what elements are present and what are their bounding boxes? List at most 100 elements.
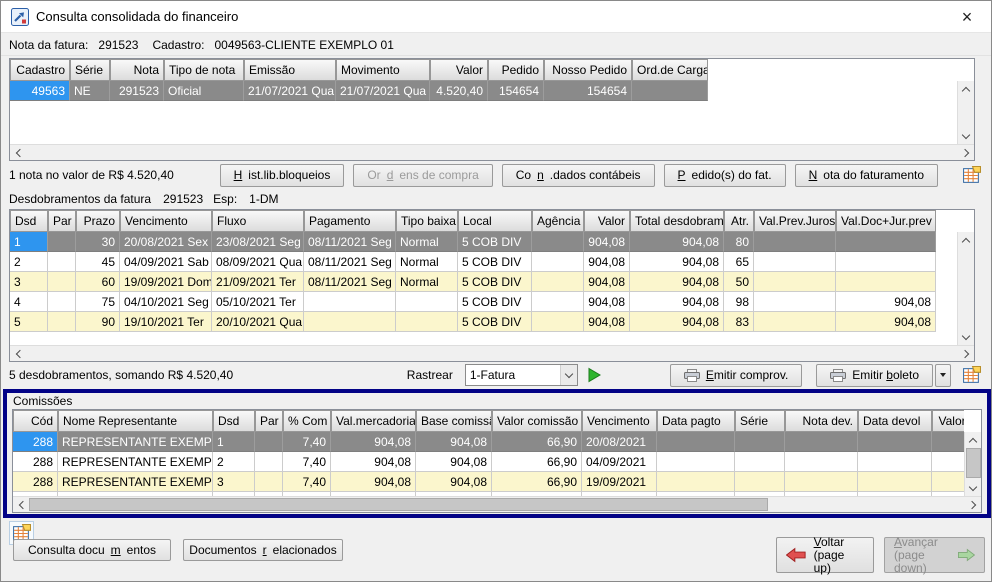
- scroll-down-button[interactable]: [958, 329, 974, 345]
- table-cell: Oficial: [164, 81, 244, 101]
- emitir-comprov-button[interactable]: Emitir comprov.: [670, 364, 802, 387]
- column-header[interactable]: Local: [458, 210, 532, 232]
- boleto-options-dropdown-button[interactable]: [935, 364, 951, 387]
- desd-vertical-scrollbar[interactable]: [957, 232, 974, 345]
- column-header[interactable]: Dsd: [10, 210, 48, 232]
- column-header[interactable]: Atr.: [724, 210, 754, 232]
- column-header[interactable]: Vencimento: [120, 210, 212, 232]
- table-cell: [858, 472, 932, 492]
- green-right-arrow-icon: [958, 547, 975, 563]
- consulta-documentos-button[interactable]: Consulta documentos: [13, 539, 171, 561]
- scrollbar-track[interactable]: [26, 145, 958, 160]
- column-header[interactable]: Série: [70, 59, 110, 81]
- scroll-up-button[interactable]: [958, 81, 974, 97]
- column-header[interactable]: Emissão: [244, 59, 336, 81]
- table-row[interactable]: 47504/10/2021 Seg05/10/2021 Ter5 COB DIV…: [10, 292, 936, 312]
- column-header[interactable]: Valor: [430, 59, 488, 81]
- table-cell: 3: [213, 472, 255, 492]
- column-header[interactable]: Cadastro: [10, 59, 70, 81]
- scrollbar-thumb[interactable]: [966, 448, 981, 478]
- column-header[interactable]: Val.Prev.Juros: [754, 210, 836, 232]
- comissoes-horizontal-scrollbar[interactable]: [13, 496, 981, 512]
- close-button[interactable]: ×: [951, 3, 983, 31]
- scrollbar-track[interactable]: [26, 346, 958, 361]
- avancar-page-down-button[interactable]: Avançar (page down): [884, 537, 985, 573]
- column-header[interactable]: Valor comissão: [492, 410, 582, 432]
- spreadsheet-icon-button[interactable]: [959, 363, 983, 387]
- scroll-right-button[interactable]: [965, 497, 981, 513]
- column-header[interactable]: Val.mercadorias: [331, 410, 416, 432]
- table-cell: 2: [10, 252, 48, 272]
- table-row[interactable]: 288REPRESENTANTE EXEMPLO 0127,40904,0890…: [13, 452, 964, 472]
- column-header[interactable]: Nota: [110, 59, 164, 81]
- table-row[interactable]: 36019/09/2021 Dom21/09/2021 Ter08/11/202…: [10, 272, 936, 292]
- column-header[interactable]: Base comissão: [416, 410, 492, 432]
- nota-do-faturamento-button[interactable]: Nota do faturamento: [795, 164, 938, 187]
- column-header[interactable]: Nosso Pedido: [544, 59, 632, 81]
- rastrear-run-button[interactable]: [586, 367, 602, 383]
- column-header[interactable]: Valor: [584, 210, 630, 232]
- hist-lib-bloqueios-button[interactable]: Hist.lib.bloqueios: [220, 164, 345, 187]
- column-header[interactable]: Nome Representante: [58, 410, 213, 432]
- documentos-relacionados-button[interactable]: Documentos relacionados: [183, 539, 343, 561]
- column-header[interactable]: % Com: [283, 410, 331, 432]
- column-header[interactable]: Tipo de nota: [164, 59, 244, 81]
- scroll-left-button[interactable]: [13, 497, 29, 513]
- column-header[interactable]: Cód: [13, 410, 58, 432]
- column-header[interactable]: Agência: [532, 210, 584, 232]
- column-header[interactable]: Nota dev.: [785, 410, 858, 432]
- scroll-right-button[interactable]: [958, 145, 974, 161]
- scrollbar-track[interactable]: [29, 497, 965, 512]
- column-header[interactable]: Valor dev/inc: [932, 410, 964, 432]
- comissoes-vertical-scrollbar[interactable]: [964, 432, 981, 496]
- table-cell: NE: [70, 81, 110, 101]
- table-row[interactable]: 59019/10/2021 Ter20/10/2021 Qua5 COB DIV…: [10, 312, 936, 332]
- voltar-page-up-button[interactable]: Voltar (page up): [776, 537, 874, 573]
- column-header[interactable]: Fluxo: [212, 210, 304, 232]
- table-cell: 904,08: [584, 232, 630, 252]
- table-cell: 66,90: [492, 452, 582, 472]
- table-row[interactable]: 24504/09/2021 Sab08/09/2021 Qua08/11/202…: [10, 252, 936, 272]
- table-row[interactable]: 13020/08/2021 Sex23/08/2021 Seg08/11/202…: [10, 232, 936, 252]
- desd-horizontal-scrollbar[interactable]: [10, 345, 974, 361]
- scroll-right-button[interactable]: [958, 346, 974, 362]
- scrollbar-thumb[interactable]: [29, 498, 768, 511]
- scroll-left-button[interactable]: [10, 346, 26, 362]
- table-cell: [785, 472, 858, 492]
- combo-dropdown-button[interactable]: [560, 365, 577, 385]
- column-header[interactable]: Par: [255, 410, 283, 432]
- column-header[interactable]: Data devol: [858, 410, 932, 432]
- column-header[interactable]: Vencimento: [582, 410, 657, 432]
- column-header[interactable]: Dsd: [213, 410, 255, 432]
- emitir-boleto-button[interactable]: Emitir boleto: [816, 364, 933, 387]
- column-header[interactable]: Ord.de Carga: [632, 59, 708, 81]
- scroll-up-button[interactable]: [965, 432, 981, 448]
- nota-vertical-scrollbar[interactable]: [957, 81, 974, 144]
- table-row[interactable]: 49563NE291523Oficial21/07/2021 Qua21/07/…: [10, 81, 708, 101]
- table-row[interactable]: 288REPRESENTANTE EXEMPLO 0117,40904,0890…: [13, 432, 964, 452]
- column-header[interactable]: Par: [48, 210, 76, 232]
- column-header[interactable]: Total desdobram: [630, 210, 724, 232]
- column-header[interactable]: Val.Doc+Jur.prev: [836, 210, 936, 232]
- ordens-de-compra-button[interactable]: Ordens de compra: [353, 164, 492, 187]
- table-cell: 04/09/2021: [582, 452, 657, 472]
- scroll-down-button[interactable]: [958, 128, 974, 144]
- scroll-left-button[interactable]: [10, 145, 26, 161]
- column-header[interactable]: Data pagto: [657, 410, 735, 432]
- column-header[interactable]: Pagamento: [304, 210, 396, 232]
- nota-horizontal-scrollbar[interactable]: [10, 144, 974, 160]
- column-header[interactable]: Prazo: [76, 210, 120, 232]
- column-header[interactable]: Pedido: [488, 59, 544, 81]
- spreadsheet-icon-button[interactable]: [959, 163, 983, 187]
- column-header[interactable]: Tipo baixa: [396, 210, 458, 232]
- table-cell: [48, 232, 76, 252]
- table-row[interactable]: 288REPRESENTANTE EXEMPLO 0137,40904,0890…: [13, 472, 964, 492]
- title-bar: Consulta consolidada do financeiro ×: [1, 1, 991, 33]
- column-header[interactable]: Série: [735, 410, 785, 432]
- con-dados-contabeis-button[interactable]: Con.dados contábeis: [502, 164, 655, 187]
- pedidos-do-fat-button[interactable]: Pedido(s) do fat.: [664, 164, 786, 187]
- rastrear-combobox[interactable]: 1-Fatura: [465, 364, 578, 386]
- scroll-up-button[interactable]: [958, 232, 974, 248]
- column-header[interactable]: Movimento: [336, 59, 430, 81]
- scroll-down-button[interactable]: [965, 480, 981, 496]
